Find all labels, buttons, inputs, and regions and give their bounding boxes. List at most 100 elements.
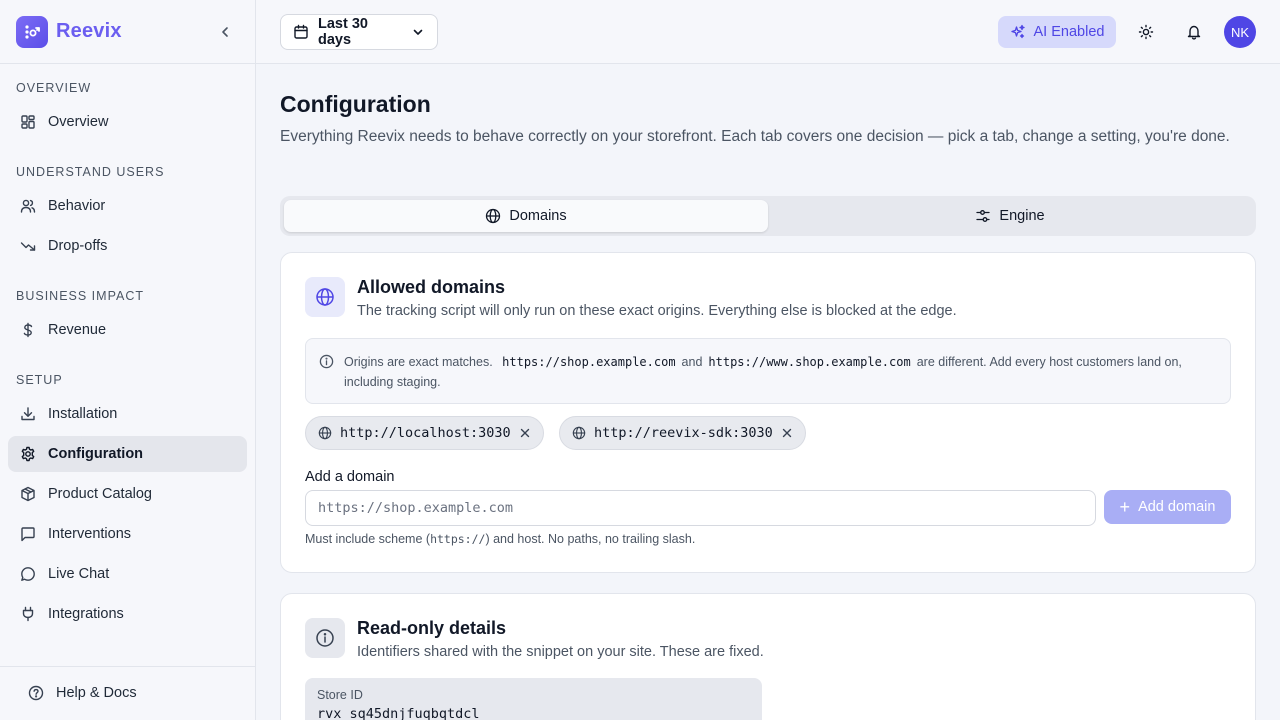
collapse-sidebar-button[interactable] [215,22,235,42]
sidebar-item-product-catalog[interactable]: Product Catalog [8,476,247,512]
info-note: Origins are exact matches. https://shop.… [305,338,1231,404]
sidebar-item-live-chat[interactable]: Live Chat [8,556,247,592]
tab-engine[interactable]: Engine [768,200,1252,232]
hint-prefix: Must include scheme ( [305,532,431,546]
theme-toggle-button[interactable] [1136,22,1156,42]
plug-icon [20,606,36,622]
brand-logo-icon[interactable] [16,15,48,48]
users-icon [20,198,36,214]
brand-name[interactable]: Reevix [56,20,122,43]
section-label-understand-users: UNDERSTAND USERS [16,165,165,179]
topbar: Last 30 days AI Enabled NK [256,0,1280,64]
page-title: Configuration [280,91,431,117]
add-domain-button[interactable]: + Add domain [1104,490,1231,524]
sidebar-item-interventions[interactable]: Interventions [8,516,247,552]
sidebar-item-label: Revenue [48,322,107,338]
section-label-overview: OVERVIEW [16,81,92,95]
brand-header: Reevix [0,0,255,64]
help-docs-label: Help & Docs [56,685,137,701]
card-title: Read-only details [357,618,507,638]
hint-code: https:// [430,532,486,546]
card-subtitle: The tracking script will only run on the… [357,303,957,319]
sidebar-item-label: Product Catalog [48,486,152,502]
sidebar-item-installation[interactable]: Installation [8,396,247,432]
store-id-value[interactable]: rvx_sq45dnjfuqbqtdcl [317,706,750,720]
sidebar-item-label: Interventions [48,526,132,542]
trending-down-icon [20,238,36,254]
note-prefix: Origins are exact matches. [344,355,493,369]
help-circle-icon [28,685,44,701]
section-label-business-impact: BUSINESS IMPACT [16,289,144,303]
sidebar-item-label: Behavior [48,198,106,214]
bell-icon [1187,25,1201,40]
note-code-2: https://www.shop.example.com [708,355,911,369]
domain-input-hint: Must include scheme (https://) and host.… [305,532,695,546]
chevron-left-icon [222,27,228,37]
globe-icon [305,277,345,317]
main-content: Configuration Everything Reevix needs to… [256,64,1280,720]
gear-icon [20,446,36,462]
config-tabs: Domains Engine [280,196,1256,236]
section-label-setup: SETUP [16,373,63,387]
date-range-label: Last 30 days [318,16,368,48]
help-docs-link[interactable]: Help & Docs [16,675,137,711]
sidebar: Reevix OVERVIEW Overview UNDERSTAND USER… [0,0,256,720]
sparkles-icon [1010,24,1026,40]
domain-chip-label: http://reevix-sdk:3030 [594,425,773,441]
readonly-details-card: Read-only details Identifiers shared wit… [280,593,1256,720]
message-square-icon [20,526,36,542]
sidebar-item-drop-offs[interactable]: Drop-offs [8,228,247,264]
store-id-label: Store ID [317,688,363,702]
download-icon [20,406,36,422]
sun-icon [1138,24,1154,40]
package-icon [20,486,36,502]
note-code-1: https://shop.example.com [502,355,676,369]
allowed-domains-card: Allowed domains The tracking script will… [280,252,1256,573]
add-domain-button-label: Add domain [1138,499,1216,515]
sidebar-item-label: Configuration [48,446,144,462]
remove-domain-close-icon[interactable] [519,427,531,439]
globe-icon [318,426,332,440]
domain-input[interactable] [305,490,1096,526]
chevron-down-icon [411,25,425,39]
domain-chip: http://reevix-sdk:3030 [559,416,806,450]
card-subtitle: Identifiers shared with the snippet on y… [357,644,764,660]
sidebar-item-label: Overview [48,114,109,130]
sidebar-item-label: Installation [48,406,118,422]
notifications-button[interactable] [1184,22,1204,42]
domain-chip: http://localhost:3030 [305,416,544,450]
remove-domain-close-icon[interactable] [781,427,793,439]
sidebar-item-label: Live Chat [48,566,110,582]
date-range-dropdown[interactable]: Last 30 days [280,14,438,50]
sidebar-item-label: Integrations [48,606,124,622]
tab-label: Engine [999,208,1045,224]
info-icon [305,618,345,658]
sidebar-footer: Help & Docs [0,666,255,720]
plus-icon: + [1119,497,1131,517]
grid-icon [20,114,36,130]
sidebar-item-label: Drop-offs [48,238,108,254]
add-domain-label: Add a domain [305,469,395,485]
globe-icon [485,208,501,224]
ai-badge-label: AI Enabled [1033,24,1105,40]
hint-suffix: ) and host. No paths, no trailing slash. [485,532,696,546]
globe-icon [572,426,586,440]
message-circle-icon [20,566,36,582]
page-description: Everything Reevix needs to behave correc… [280,128,1230,145]
dollar-icon [20,322,36,338]
sidebar-item-revenue[interactable]: Revenue [8,312,247,348]
tab-domains[interactable]: Domains [284,200,768,232]
sidebar-item-configuration[interactable]: Configuration [8,436,247,472]
calendar-icon [293,24,309,40]
tab-label: Domains [509,208,567,224]
store-id-field: Store ID rvx_sq45dnjfuqbqtdcl [305,678,762,720]
user-avatar[interactable]: NK [1224,16,1256,48]
sidebar-item-overview[interactable]: Overview [8,104,247,140]
ai-enabled-badge[interactable]: AI Enabled [998,16,1116,48]
sidebar-item-integrations[interactable]: Integrations [8,596,247,632]
sliders-icon [975,208,991,224]
note-and: and [681,355,703,369]
sidebar-item-behavior[interactable]: Behavior [8,188,247,224]
card-title: Allowed domains [357,277,506,297]
info-icon [319,354,334,369]
